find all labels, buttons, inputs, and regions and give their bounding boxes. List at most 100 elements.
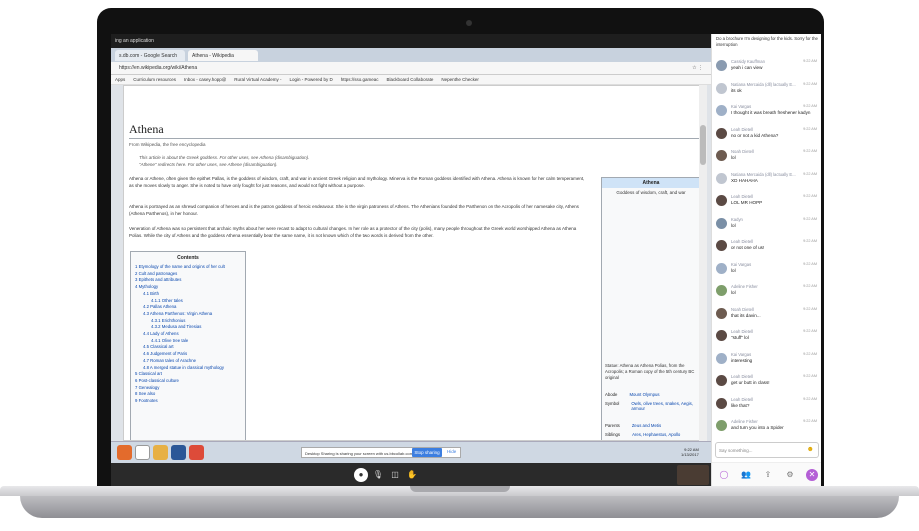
wiki-page: Athena From Wikipedia, the free encyclop… [123,85,703,441]
message-time: 9:22 AM [803,239,817,243]
bookmark-item[interactable]: Login - Powered by D [289,77,332,82]
explorer-icon[interactable] [153,445,168,460]
bookmark-item[interactable]: Curriculum resources [133,77,176,82]
emoji-icon[interactable]: ☻ [807,446,814,453]
toc-item[interactable]: 4.3.2 Medusa and Tiresias [135,324,241,331]
toc-item[interactable]: 1 Etymology of the name and origins of h… [135,264,241,271]
hand-icon[interactable]: ✋ [405,468,419,482]
message-text: lol [731,290,736,295]
toc-item[interactable]: 4.1.1 Other tales [135,298,241,305]
page-scrollbar[interactable] [699,85,707,441]
table-of-contents: Contents 1 Etymology of the name and ori… [130,251,246,440]
firefox-icon[interactable] [117,445,132,460]
toc-item[interactable]: 4.8 A merged statue in classical mytholo… [135,365,241,372]
message-text: lol [731,155,736,160]
row-key: Abode [605,392,618,397]
bookmark-item[interactable]: Nepenthe Checker [441,77,479,82]
message-text: XD HAHAHA [731,177,758,183]
message-author: Natiana Mercaida (dll) lactually E... [731,81,796,87]
toc-item[interactable]: 4.3.1 Erichthonius [135,318,241,325]
chrome-icon[interactable] [189,445,204,460]
row-key: Symbol [605,401,620,406]
share-icon[interactable]: ⇪ [762,469,774,481]
bookmark-item[interactable]: Apps [115,77,125,82]
message-author: Kai Vargas [731,351,752,357]
avatar [716,352,727,364]
infobox-row: Abode Mount Olympus [605,392,660,397]
message-author: Kai Vargas [731,261,752,267]
toc-item[interactable]: 7 Genealogy [135,385,241,392]
infobox-caption: Statue: Athena as Athena Polias, from th… [605,363,695,380]
chat-placeholder: Say something... [719,448,753,453]
toc-item[interactable]: 4.6 Judgement of Paris [135,351,241,358]
toc-item[interactable]: 4 Mythology [135,284,241,291]
message-text: yeah i can view [731,65,763,70]
toc-item[interactable]: 4.2 Pallas Athena [135,304,241,311]
infobox: Athena Goddess of wisdom, craft, and war… [601,177,701,440]
toc-list: 1 Etymology of the name and origins of h… [135,264,241,405]
page-title: Athena [129,122,164,136]
message-author: Leah Dietell [731,239,754,244]
row-value[interactable]: Owls, olive trees, snakes, Aegis, armour [631,401,700,411]
toc-item[interactable]: 4.4 Lady of Athens [135,331,241,338]
paragraph-1: Athena or Athene, often given the epithe… [129,176,585,188]
avatar [716,150,727,161]
toc-item[interactable]: 9 Footnotes [135,398,241,405]
avatar-icon[interactable]: ● [354,468,368,482]
toc-item[interactable]: 8 See also [135,391,241,398]
avatar [716,217,727,229]
chat-input[interactable]: Say something... ☻ [715,442,819,458]
toc-item[interactable]: 3 Epithets and attributes [135,277,241,284]
wiki-from: From Wikipedia, the free encyclopedia [129,142,206,147]
avatar [716,330,727,341]
row-value[interactable]: Ares, Hephaestus, Apollo [632,432,680,437]
shared-screen: ing an application s.db.com - Google Sea… [111,34,711,486]
message-text: "stuff" lol [731,335,749,340]
star-icon[interactable]: ☆ ⋮ [692,65,703,71]
scroll-thumb[interactable] [700,125,706,165]
browser-tab-1[interactable]: s.db.com - Google Search [115,50,185,61]
row-key: Parents [605,423,620,428]
message-author: Leah Dietell [731,194,754,199]
paint-icon[interactable] [135,445,150,460]
chat-message: Cassidy Kauffman 9:22 AM yeah i can view [716,58,820,78]
bookmark-item[interactable]: Rural Virtual Academy - [234,77,281,82]
settings-icon[interactable]: ⚙ [784,469,796,481]
tab-label: s.db.com - Google Search [119,52,178,59]
toc-item[interactable]: 4.3 Athena Parthenos: Virgin Athena [135,311,241,318]
toc-item[interactable]: 2 Cult and patronages [135,271,241,278]
camera-icon[interactable]: ◫ [388,468,402,482]
base-bottom [20,496,899,518]
collaborate-icon[interactable]: ◯ [718,469,730,481]
avatar [716,307,727,319]
word-icon[interactable] [171,445,186,460]
message-author: Cassidy Kauffman [731,59,765,64]
chat-message: Kai Vargas 9:22 AM interesting [716,351,820,371]
microphone-icon[interactable]: 🎙 [371,468,385,482]
clock-date: 1/13/2017 [681,452,699,457]
chat-message: Leah Dietell 9:22 AM get ur butt in class! [716,373,820,393]
bookmark-item[interactable]: Inbox - casey.hopp@ [184,77,226,82]
row-value[interactable]: Mount Olympus [629,392,659,397]
message-author: Adeline Fisher [731,419,758,424]
paragraph-3: Veneration of Athena was so persistent t… [129,226,577,238]
toc-item[interactable]: 6 Post-classical culture [135,378,241,385]
url-text[interactable]: https://en.wikipedia.org/wiki/Athena [119,65,197,71]
people-icon[interactable]: 👥 [740,469,752,481]
hide-button[interactable]: Hide [447,449,456,454]
bookmark-item[interactable]: Blackboard Collaborate [387,77,434,82]
address-bar[interactable]: https://en.wikipedia.org/wiki/Athena ☆ ⋮ [111,62,711,75]
avatar [716,285,727,296]
bookmark-item[interactable]: https://sso.gameac [341,77,379,82]
toc-item[interactable]: 5 Classical art [135,371,241,378]
browser-tab-2[interactable]: Athena - Wikipedia [188,50,258,61]
toc-item[interactable]: 4.5 Classical art [135,344,241,351]
stop-sharing-button[interactable]: Stop sharing [412,448,442,457]
toc-item[interactable]: 4.4.1 Olive tree tale [135,338,241,345]
toc-item[interactable]: 4.1 Birth [135,291,241,298]
row-value[interactable]: Zeus and Metis [632,423,661,428]
infobox-row: Symbol Owls, olive trees, snakes, Aegis, … [605,401,700,411]
toc-item[interactable]: 4.7 Roman tales of Arachne [135,358,241,365]
video-thumbnail [677,465,709,485]
close-icon[interactable]: ✕ [806,469,818,481]
